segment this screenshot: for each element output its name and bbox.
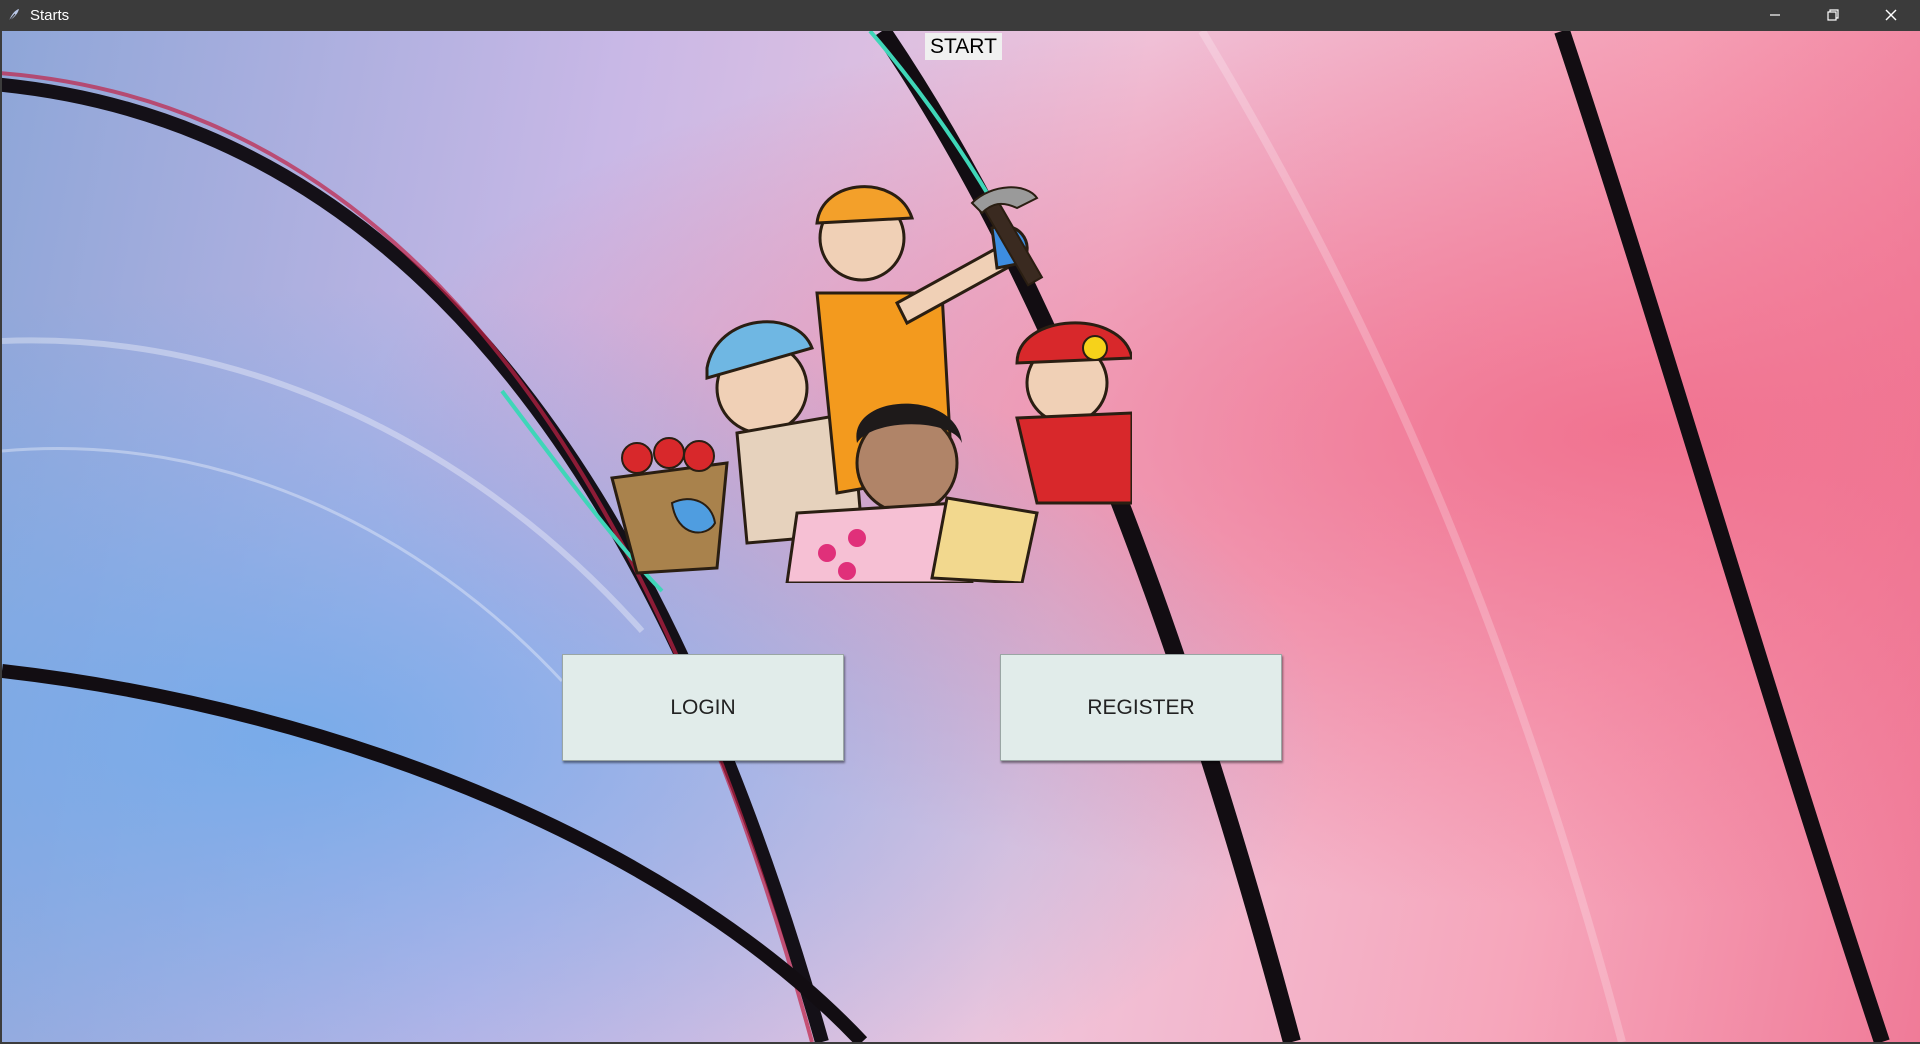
close-button[interactable] — [1862, 0, 1920, 30]
minimize-button[interactable] — [1746, 0, 1804, 30]
window-controls — [1746, 0, 1920, 30]
window-title: Starts — [30, 6, 70, 24]
close-icon — [1885, 9, 1897, 21]
title-bar[interactable]: Starts — [0, 0, 1920, 30]
start-label: START — [925, 33, 1002, 60]
register-button[interactable]: REGISTER — [1000, 654, 1282, 761]
restore-button[interactable] — [1804, 0, 1862, 30]
start-screen: START LOGIN REGISTER — [2, 31, 1920, 1042]
workers-illustration — [610, 185, 1132, 583]
app-window: Starts START LOGIN REGISTER — [0, 0, 1920, 1044]
restore-icon — [1827, 9, 1839, 21]
login-button[interactable]: LOGIN — [562, 654, 844, 761]
feather-icon — [8, 9, 19, 22]
minimize-icon — [1770, 14, 1780, 16]
